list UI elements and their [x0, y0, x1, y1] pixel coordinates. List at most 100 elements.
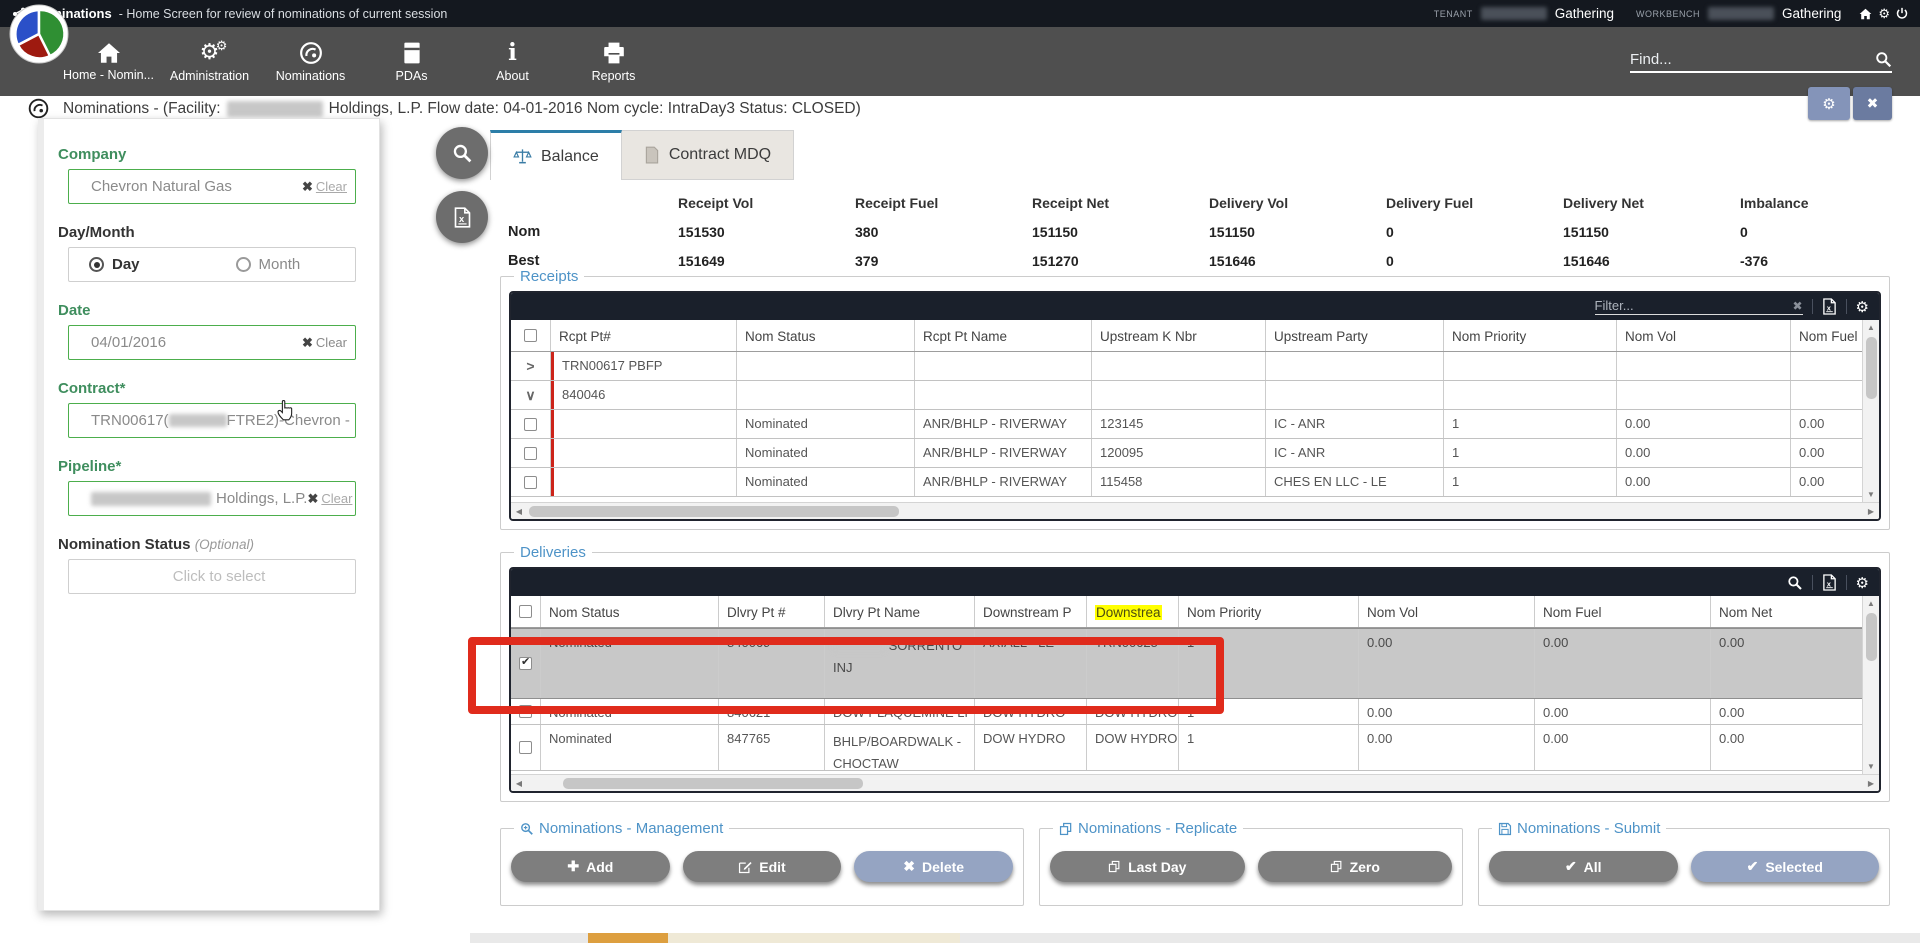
redacted-tenant-name: [1481, 7, 1547, 20]
select-all-checkbox[interactable]: [519, 605, 532, 618]
receipts-group-row[interactable]: > TRN00617 PBFP: [511, 352, 1862, 381]
excel-export-float-button[interactable]: x: [436, 191, 488, 243]
row-checkbox[interactable]: [519, 741, 532, 754]
search-float-button[interactable]: [436, 127, 488, 179]
copy-icon: [1108, 860, 1121, 873]
excel-export-icon: x: [453, 207, 472, 228]
balance-row-best: Best 151649 379 151270 151646 0 151646 -…: [500, 246, 1890, 275]
power-icon[interactable]: [1896, 7, 1908, 20]
company-logo[interactable]: [9, 4, 69, 64]
tab-balance[interactable]: Balance: [490, 130, 622, 180]
row-checkbox[interactable]: [524, 476, 537, 489]
row-checkbox[interactable]: [524, 418, 537, 431]
replicate-group: Nominations - Replicate Last Day Zero: [1039, 828, 1463, 906]
filter-input[interactable]: [1595, 298, 1793, 313]
settings-button[interactable]: ⚙: [1808, 87, 1850, 120]
receipts-data-row[interactable]: Nominated ANR/BHLP - RIVERWAY 115458 CHE…: [511, 468, 1862, 497]
scroll-up-icon[interactable]: ▲: [1867, 596, 1875, 611]
management-group: Nominations - Management ✚Add Edit ✖Dele…: [500, 828, 1024, 906]
nav-item-nominations[interactable]: Nominations: [260, 27, 361, 96]
scrollbar-thumb[interactable]: [1866, 337, 1877, 399]
deliveries-data-row[interactable]: Nominated 840621 DOW PLAQUEMINE LP DOW H…: [511, 699, 1862, 725]
deliveries-toolbar: x ⚙: [511, 569, 1879, 596]
date-field[interactable]: 04/01/2016 ✖Clear: [68, 325, 356, 360]
receipts-section: Receipts ✖ x ⚙ Rcpt Pt# Nom Status: [500, 276, 1890, 530]
last-day-button[interactable]: Last Day: [1050, 851, 1245, 882]
scroll-left-icon[interactable]: ◀: [511, 507, 527, 516]
gear-icon[interactable]: ⚙: [1856, 574, 1869, 592]
nav-item-pdas[interactable]: PDAs: [361, 27, 462, 96]
pipeline-clear-button[interactable]: ✖Clear: [307, 491, 352, 507]
collapse-icon[interactable]: ∨: [525, 387, 535, 404]
scroll-right-icon[interactable]: ▶: [1863, 507, 1879, 516]
scrollbar-thumb[interactable]: [563, 778, 863, 789]
scroll-up-icon[interactable]: ▲: [1867, 320, 1875, 335]
expand-icon[interactable]: >: [526, 358, 534, 374]
search-icon[interactable]: [1787, 575, 1803, 591]
date-clear-button[interactable]: ✖Clear: [302, 335, 347, 351]
deliveries-data-row[interactable]: Nominated 847765 BHLP/BOARDWALK - CHOCTA…: [511, 725, 1862, 771]
deliveries-grid-panel: x ⚙ Nom Status Dlvry Pt # Dlvry Pt Name …: [509, 567, 1881, 793]
tab-contract-mdq[interactable]: Contract MDQ: [622, 130, 794, 180]
filter-field[interactable]: ✖: [1595, 298, 1803, 315]
delete-button[interactable]: ✖Delete: [854, 851, 1013, 882]
check-icon: ✔: [1747, 858, 1759, 875]
pipeline-field[interactable]: Holdings, L.P. ✖Clear: [68, 481, 356, 516]
scroll-down-icon[interactable]: ▼: [1867, 759, 1875, 774]
vertical-scrollbar[interactable]: ▲ ▼: [1862, 596, 1879, 774]
vertical-scrollbar[interactable]: ▲ ▼: [1862, 320, 1879, 502]
radio-month[interactable]: Month: [236, 256, 301, 273]
excel-export-icon[interactable]: x: [1822, 574, 1837, 591]
receipts-group-row[interactable]: ∨ 840046: [511, 381, 1862, 410]
add-button[interactable]: ✚Add: [511, 851, 670, 882]
nav-item-home[interactable]: Home - Nomin...: [58, 27, 159, 96]
company-clear-button[interactable]: ✖Clear: [302, 179, 347, 195]
deliveries-data-row-selected[interactable]: Nominated 840069 SORRENTO INJ AXIALL - L…: [511, 628, 1862, 699]
home-icon[interactable]: [1859, 8, 1872, 20]
submit-all-button[interactable]: ✔All: [1489, 851, 1678, 882]
receipts-data-row[interactable]: Nominated ANR/BHLP - RIVERWAY 120095 IC …: [511, 439, 1862, 468]
scrollbar-thumb[interactable]: [1866, 613, 1877, 661]
close-button[interactable]: ✖: [1853, 87, 1892, 120]
radio-month-control: [236, 257, 251, 272]
search-icon: [452, 143, 473, 164]
redacted-workbench-name: [1708, 7, 1774, 20]
clear-filter-icon[interactable]: ✖: [1792, 299, 1802, 313]
submit-selected-button[interactable]: ✔Selected: [1691, 851, 1880, 882]
nav-item-about[interactable]: i About: [462, 27, 563, 96]
edit-button[interactable]: Edit: [683, 851, 842, 882]
radio-day[interactable]: Day: [89, 256, 140, 273]
x-icon: ✖: [903, 858, 915, 875]
nav-item-administration[interactable]: ⚙⚙ Administration: [159, 27, 260, 96]
find-input[interactable]: [1630, 51, 1875, 68]
nav-item-reports[interactable]: Reports: [563, 27, 664, 96]
receipts-data-row[interactable]: Nominated ANR/BHLP - RIVERWAY 123145 IC …: [511, 410, 1862, 439]
row-checkbox[interactable]: [519, 705, 532, 718]
scroll-left-icon[interactable]: ◀: [511, 779, 527, 788]
select-all-checkbox[interactable]: [524, 329, 537, 342]
nomination-status-field[interactable]: Click to select: [68, 559, 356, 594]
company-field[interactable]: Chevron Natural Gas ✖Clear: [68, 169, 356, 204]
contract-field[interactable]: TRN00617( FTRE2)-Chevron - Firm Poo ✖for…: [68, 403, 356, 438]
redacted-contract-part: [169, 414, 227, 427]
scrollbar-thumb[interactable]: [529, 506, 899, 517]
check-icon: ✔: [1565, 858, 1577, 875]
scroll-down-icon[interactable]: ▼: [1867, 487, 1875, 502]
redacted-facility-name: [227, 101, 323, 117]
filter-sidebar: Company Chevron Natural Gas ✖Clear Day/M…: [38, 118, 380, 911]
edit-pencil-icon: [738, 860, 752, 874]
search-icon[interactable]: [1875, 51, 1892, 68]
scroll-right-icon[interactable]: ▶: [1863, 779, 1879, 788]
gear-icon[interactable]: ⚙: [1878, 6, 1890, 22]
find-field[interactable]: [1630, 51, 1892, 73]
horizontal-scrollbar[interactable]: ◀ ▶: [511, 774, 1879, 791]
excel-export-icon[interactable]: x: [1822, 298, 1837, 315]
zero-button[interactable]: Zero: [1258, 851, 1453, 882]
horizontal-scrollbar[interactable]: ◀ ▶: [511, 502, 1879, 519]
highlighted-column-header: Downstrea: [1095, 605, 1162, 620]
row-checkbox[interactable]: [519, 657, 532, 670]
pipeline-value: Holdings, L.P.: [91, 490, 307, 507]
row-checkbox[interactable]: [524, 447, 537, 460]
gear-icon[interactable]: ⚙: [1856, 298, 1869, 316]
page-title: Nominations - (Facility: Holdings, L.P. …: [63, 100, 861, 118]
